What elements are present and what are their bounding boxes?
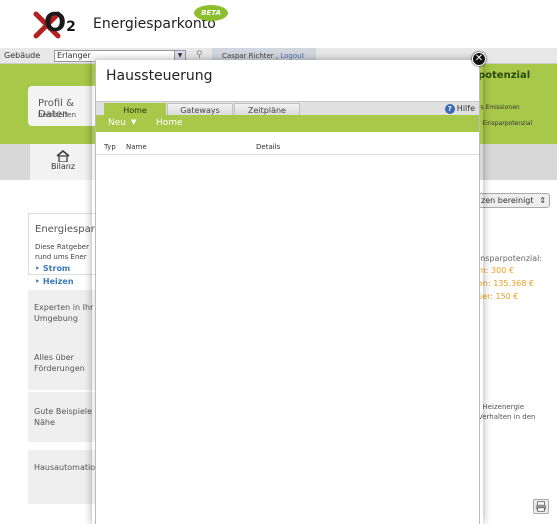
- energy-advice-card: Energiespar- Diese Ratgeber rund ums Ener…: [28, 213, 98, 286]
- nav-item-bilanz-label: Bilanz: [50, 162, 76, 171]
- energy-advice-desc: Diese Ratgeber rund ums Ener: [35, 243, 89, 261]
- profile-card-subtitle: bearbeiten: [38, 111, 77, 119]
- building-select-value: Erlanger: [57, 51, 91, 60]
- print-icon-glyph: [535, 501, 547, 512]
- link-heizen[interactable]: ‣ Heizen: [35, 277, 74, 286]
- column-typ[interactable]: Typ: [104, 143, 116, 151]
- dialog-title: Haussteuerung: [106, 68, 213, 84]
- potential-title: potenzial: [478, 70, 531, 81]
- app-header: O2 Energiesparkonto BETA: [0, 0, 557, 48]
- savings-wasser: ser: 150 €: [478, 292, 519, 301]
- breadcrumb-home[interactable]: Home: [156, 118, 183, 128]
- close-icon[interactable]: ✕: [472, 52, 486, 66]
- dialog-toolbar: Neu ▼ Home: [96, 115, 479, 132]
- print-icon[interactable]: [533, 499, 549, 514]
- savings-strom: m: 300 €: [478, 266, 514, 275]
- chevron-down-icon[interactable]: ▼: [131, 118, 136, 126]
- app-title: Energiesparkonto: [93, 16, 216, 32]
- energy-advice-title: Energiespar-: [35, 224, 98, 235]
- help-button[interactable]: ? Hilfe: [444, 103, 475, 115]
- funding-card-label: Alles über Förderungen: [34, 353, 85, 373]
- building-label: Gebäude: [4, 51, 41, 60]
- right-note-2: Verhalten in den: [478, 413, 536, 421]
- savings-potential-label: insparpotenzial:: [478, 254, 543, 263]
- column-name[interactable]: Name: [126, 143, 147, 151]
- user-name: Caspar Richter ,: [222, 52, 279, 60]
- nav-item-bilanz[interactable]: Bilanz: [30, 144, 96, 180]
- home-icon: [56, 150, 70, 162]
- logout-link[interactable]: Logout: [280, 52, 304, 60]
- beta-badge: BETA: [194, 5, 228, 21]
- adjustment-dropdown[interactable]: zen bereinigt ⇕: [478, 193, 550, 208]
- haussteuerung-dialog: Haussteuerung Home Gateways Zeitpläne ? H…: [95, 60, 480, 524]
- experts-card-label: Experten in Ihr Umgebung: [34, 303, 94, 323]
- column-details[interactable]: Details: [256, 143, 280, 151]
- savings-heizen: en: 135.368 €: [478, 279, 534, 288]
- help-label: Hilfe: [456, 104, 475, 113]
- right-note-1: , Heizenergie: [478, 403, 525, 411]
- tab-gateways-label: Gateways: [180, 106, 220, 115]
- search-icon[interactable]: ⚲: [196, 50, 203, 60]
- tab-home-label: Home: [123, 106, 147, 115]
- home-automation-card[interactable]: Hausautomatio: [28, 450, 98, 504]
- dialog-tabs: Home Gateways Zeitpläne ? Hilfe: [96, 101, 479, 116]
- device-table-header: Typ Name Details: [96, 140, 479, 155]
- adjustment-dropdown-value: zen bereinigt: [481, 196, 534, 205]
- examples-card[interactable]: Gute Beispiele Nähe: [28, 392, 98, 442]
- potential-line-2: r Einsparpotenzial: [478, 120, 533, 127]
- funding-card[interactable]: Alles über Förderungen: [28, 340, 98, 390]
- link-strom[interactable]: ‣ Strom: [35, 264, 70, 273]
- chevron-down-icon: ⇕: [539, 196, 546, 205]
- logo-text: O2: [44, 8, 76, 38]
- examples-card-label: Gute Beispiele Nähe: [34, 407, 93, 427]
- new-menu-button[interactable]: Neu: [108, 118, 126, 128]
- potential-line-1: rs Emissionen: [478, 104, 520, 111]
- home-automation-card-label: Hausautomatio: [34, 463, 96, 472]
- help-icon: ?: [444, 103, 455, 114]
- experts-card[interactable]: Experten in Ihr Umgebung: [28, 290, 98, 340]
- o2-logo[interactable]: O2: [32, 6, 76, 40]
- tab-zeitplaene-label: Zeitpläne: [248, 106, 286, 115]
